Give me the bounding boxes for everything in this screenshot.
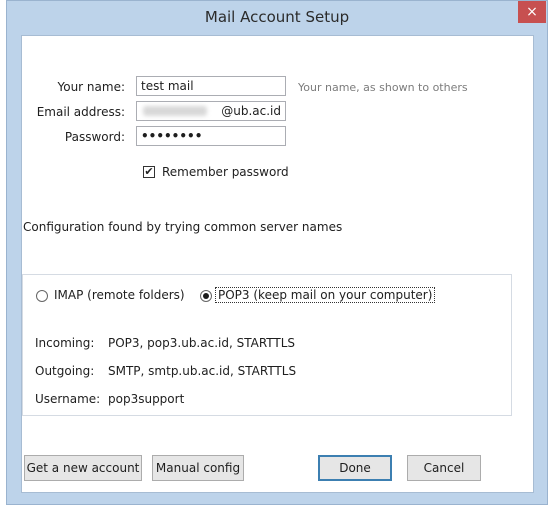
- outgoing-value: SMTP, smtp.ub.ac.id, STARTTLS: [108, 364, 297, 378]
- cancel-button[interactable]: Cancel: [407, 455, 481, 481]
- done-button[interactable]: Done: [318, 455, 392, 481]
- outgoing-label: Outgoing:: [35, 364, 95, 378]
- name-input[interactable]: [136, 76, 286, 96]
- imap-radio-label[interactable]: IMAP (remote folders): [54, 288, 185, 302]
- config-status-message: Configuration found by trying common ser…: [23, 220, 343, 234]
- name-label: Your name:: [57, 80, 125, 94]
- close-icon: ×: [526, 4, 538, 20]
- pop3-radio[interactable]: [200, 290, 212, 302]
- username-value: pop3support: [108, 392, 185, 406]
- dialog-window: Mail Account Setup × Your name: Your nam…: [6, 0, 548, 505]
- server-config-group: IMAP (remote folders) POP3 (keep mail on…: [22, 274, 512, 416]
- incoming-label: Incoming:: [35, 336, 95, 350]
- email-label: Email address:: [36, 105, 125, 119]
- incoming-value: POP3, pop3.ub.ac.id, STARTTLS: [108, 336, 296, 350]
- get-new-account-button[interactable]: Get a new account: [24, 455, 142, 481]
- imap-radio[interactable]: [36, 290, 48, 302]
- close-button[interactable]: ×: [518, 1, 546, 23]
- dialog-content: Your name: Your name, as shown to others…: [21, 35, 534, 493]
- pop3-radio-label[interactable]: POP3 (keep mail on your computer): [215, 287, 436, 303]
- window-title: Mail Account Setup: [204, 8, 350, 26]
- email-input[interactable]: @ub.ac.id: [136, 101, 286, 121]
- password-input[interactable]: ••••••••: [136, 126, 286, 146]
- title-bar[interactable]: Mail Account Setup ×: [7, 1, 547, 31]
- remember-password-checkbox[interactable]: ✔: [143, 166, 155, 178]
- manual-config-button[interactable]: Manual config: [152, 455, 244, 481]
- name-hint: Your name, as shown to others: [298, 81, 468, 94]
- redacted-email-user: [143, 106, 207, 116]
- password-label: Password:: [64, 130, 125, 144]
- username-label: Username:: [35, 392, 101, 406]
- remember-password-label[interactable]: Remember password: [162, 165, 289, 179]
